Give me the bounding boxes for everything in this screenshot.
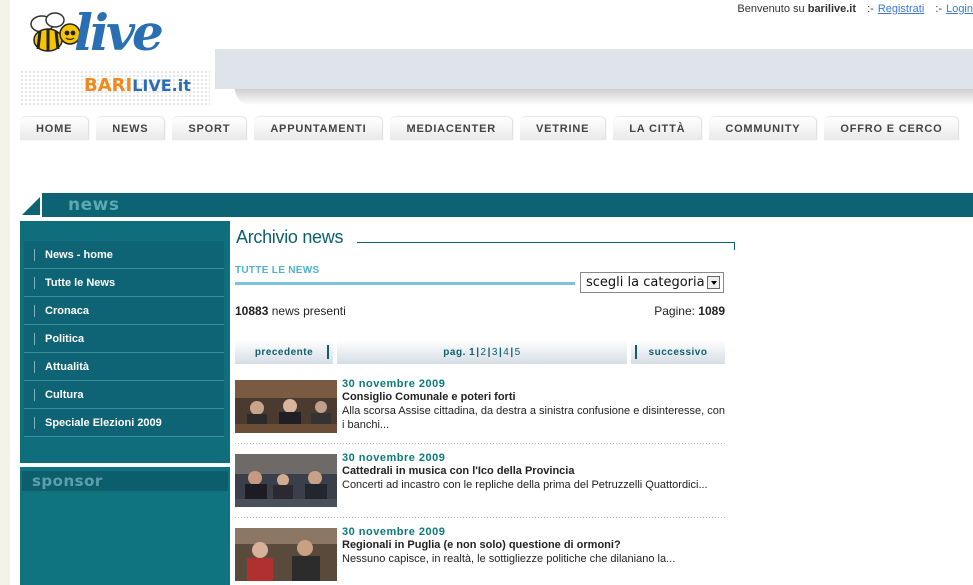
nav-item-sport[interactable]: SPORT [172,116,247,140]
news-date: 30 novembre 2009 [342,526,446,538]
title-underline-end [734,242,735,250]
category-select-value: scegli la categoria [586,275,705,290]
news-thumbnail[interactable] [235,380,337,433]
pipe-icon [34,304,35,317]
sidebar-item-label: Cultura [45,388,84,401]
register-link[interactable]: Registrati [878,3,924,15]
page: Benvenuto su barilive.it :- Registrati :-… [10,0,973,585]
news-separator [235,517,725,518]
logo-domain-text: LIVE.it [132,76,191,95]
category-select[interactable]: scegli la categoria [580,272,724,293]
site-logo[interactable]: live BARILIVE.it [22,6,192,106]
sidebar-item-politica[interactable]: Politica [24,325,224,353]
page-numbers: pag. 1 | 2 | 3 | 4 | 5 [337,340,627,364]
nav-item-offro-e-cerco[interactable]: OFFRO E CERCO [824,116,959,140]
nav-item-news[interactable]: NEWS [96,116,165,140]
news-thumbnail[interactable] [235,454,337,507]
news-count-value: 10883 [235,304,269,318]
page-link-2[interactable]: 2 [481,347,487,358]
news-item: 30 novembre 2009 Cattedrali in musica co… [235,450,725,522]
news-item: 30 novembre 2009 Consiglio Comunale e po… [235,376,725,448]
sidebar-item-label: Tutte le News [45,276,116,289]
separator: :- [935,3,943,15]
category-subheading: TUTTE LE NEWS [235,265,320,276]
pages-value: 1089 [698,304,725,318]
news-abstract: Nessuno capisce, in realtà, le sottiglie… [342,553,676,565]
pages-total: Pagine: 1089 [654,304,725,318]
sidebar-item-label: Attualità [45,360,89,373]
nav-item-mediacenter[interactable]: MEDIACENTER [390,116,512,140]
nav-item-community[interactable]: COMMUNITY [709,116,817,140]
header-banner-bar [215,49,973,89]
nav-item-appuntamenti[interactable]: APPUNTAMENTI [254,116,383,140]
logo-live-text: live [74,3,164,62]
nav-item-la-citta[interactable]: LA CITTÀ [613,116,702,140]
news-abstract: Alla scorsa Assise cittadina, da destra … [342,405,725,431]
sidebar: News - home Tutte le News Cronaca Politi… [20,217,230,585]
sponsor-header: sponsor [22,471,228,491]
page-link-4[interactable]: 4 [503,347,509,358]
next-page-button[interactable]: successivo [631,340,725,364]
sidebar-item-news-home[interactable]: News - home [24,241,224,269]
sidebar-item-label: Speciale Elezioni 2009 [45,416,162,429]
nav-item-home[interactable]: HOME [20,116,89,140]
pages-label: Pagine: [654,304,695,318]
news-separator [235,443,725,444]
header-banner-shadow [235,89,973,105]
sidebar-item-label: Cronaca [45,304,90,317]
news-date: 30 novembre 2009 [342,378,446,390]
separator: :- [867,3,874,15]
pipe-icon [34,360,35,373]
main-navigation: HOME NEWS SPORT APPUNTAMENTI MEDIACENTER… [20,116,966,140]
pipe-icon [34,416,35,429]
news-title-link[interactable]: Cattedrali in musica con l'Ico della Pro… [342,465,574,477]
pipe-icon [34,248,35,261]
sidebar-item-attualita[interactable]: Attualità [24,353,224,381]
welcome-text: Benvenuto su [737,3,805,15]
pipe-icon [34,332,35,345]
news-item: 30 novembre 2009 Regionali in Puglia (e … [235,524,725,585]
logo-bari-text: BARI [84,75,133,96]
top-user-bar: Benvenuto su barilive.it :- Registrati :-… [737,3,973,15]
news-count-suffix: news presenti [271,304,346,318]
sidebar-item-tutte-le-news[interactable]: Tutte le News [24,269,224,297]
page-separator: | [510,346,514,358]
page-title: Archivio news [236,227,344,247]
page-link-5[interactable]: 5 [515,347,521,358]
news-thumbnail[interactable] [235,528,337,581]
page-link-3[interactable]: 3 [492,347,498,358]
page-link-1[interactable]: 1 [469,347,475,358]
welcome-site-name: barilive.it [807,3,857,15]
sponsor-title: sponsor [32,472,103,490]
page-separator: | [498,346,503,358]
prev-page-button[interactable]: precedente [235,340,333,364]
pipe-icon [34,388,35,401]
news-title-link[interactable]: Regionali in Puglia (e non solo) questio… [342,539,621,551]
subheading-bar [235,282,575,285]
sidebar-item-label: News - home [45,248,113,261]
news-date: 30 novembre 2009 [342,452,446,464]
pagination: precedente pag. 1 | 2 | 3 | 4 | 5 succes… [235,340,725,364]
sidebar-menu: News - home Tutte le News Cronaca Politi… [20,221,230,463]
section-band: news [20,193,973,217]
page-prefix: pag. [443,346,466,358]
sidebar-item-label: Politica [45,332,85,345]
sponsor-box: sponsor [20,467,230,585]
dropdown-arrow-icon [707,276,720,289]
corner-arrow-icon [20,193,44,217]
news-count: 10883 news presenti [235,304,346,318]
sidebar-item-cronaca[interactable]: Cronaca [24,297,224,325]
news-title-link[interactable]: Consiglio Comunale e poteri forti [342,391,516,403]
sidebar-item-cultura[interactable]: Cultura [24,381,224,409]
title-underline [357,242,735,243]
page-separator: | [487,346,491,358]
sidebar-item-speciale-elezioni[interactable]: Speciale Elezioni 2009 [24,409,224,437]
page-separator: | [476,346,480,358]
pipe-icon [34,276,35,289]
logo-wordmark: BARILIVE.it [84,76,191,96]
news-abstract: Concerti ad incastro con le repliche del… [342,479,708,491]
login-link[interactable]: Login [946,3,973,15]
section-title: news [68,195,120,215]
nav-item-vetrine[interactable]: VETRINE [519,116,606,140]
